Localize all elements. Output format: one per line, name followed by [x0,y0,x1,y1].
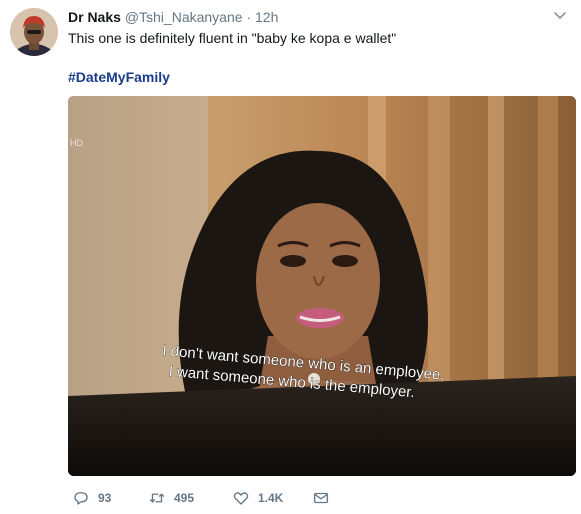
direct-message-button[interactable] [312,488,338,508]
avatar[interactable] [10,8,58,56]
separator-dot: · [246,9,252,25]
tweet-text: This one is definitely fluent in "baby k… [68,30,397,46]
tweet-header: Dr Naks @Tshi_Nakanyane · 12h [68,8,278,26]
tweet: Dr Naks @Tshi_Nakanyane · 12h This one i… [0,0,581,514]
author-name[interactable]: Dr Naks [68,9,121,25]
avatar-image [10,8,58,56]
chevron-down-icon[interactable] [553,9,567,23]
retweet-icon [149,493,165,503]
like-count: 1.4K [258,491,284,505]
hashtag-link[interactable]: #DateMyFamily [68,68,170,86]
timestamp[interactable]: 12h [255,9,278,25]
reply-icon [74,492,88,505]
like-button[interactable]: 1.4K [232,488,283,508]
retweet-button[interactable]: 495 [148,488,194,508]
tweet-media[interactable]: HD I don't want someone who is an employ… [68,96,576,476]
heart-icon [233,492,249,505]
media-watermark: HD [70,138,83,148]
media-photo: HD I don't want someone who is an employ… [68,96,576,476]
envelope-icon [313,492,329,504]
reply-button[interactable]: 93 [72,488,111,508]
reply-count: 93 [98,491,112,505]
retweet-count: 495 [174,491,195,505]
author-handle[interactable]: @Tshi_Nakanyane [125,9,243,25]
